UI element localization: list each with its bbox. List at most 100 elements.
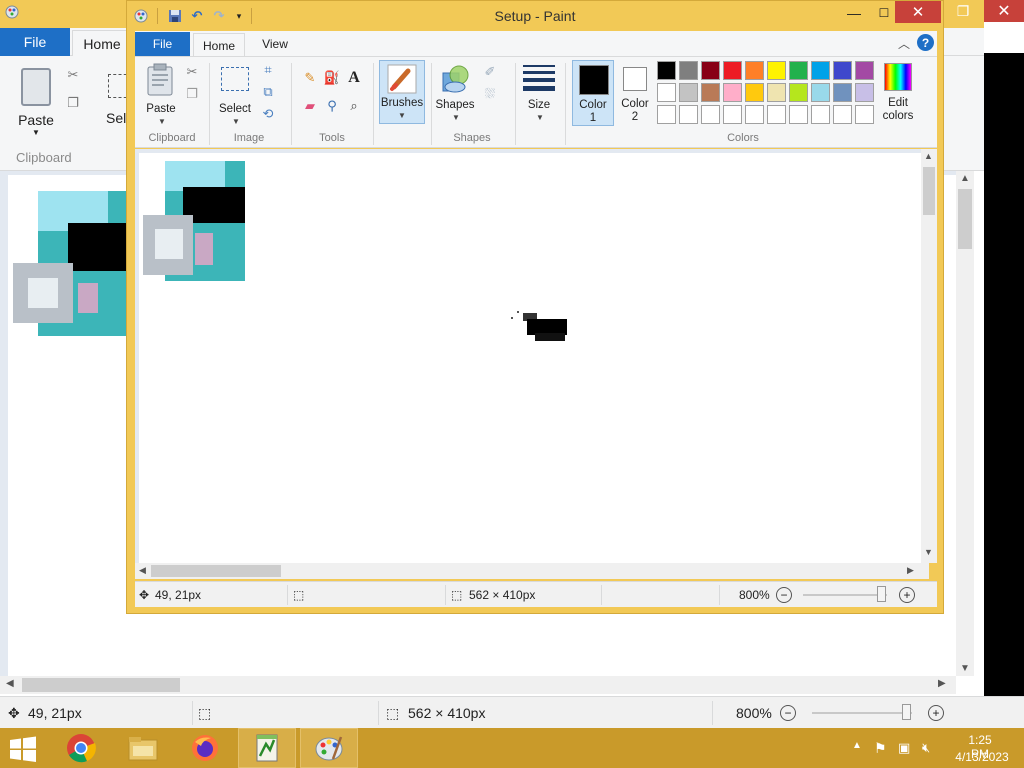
volume-muted-icon[interactable]: 🔇︎ bbox=[922, 740, 930, 756]
magnifier-icon[interactable]: ⌕ bbox=[345, 97, 363, 115]
taskbar-firefox[interactable] bbox=[176, 728, 234, 768]
background-paste-button[interactable]: Paste ▼ bbox=[12, 64, 60, 144]
rotate-icon[interactable]: ⟲ bbox=[259, 105, 277, 123]
scroll-down-icon[interactable]: ▼ bbox=[924, 547, 933, 557]
fill-bucket-icon[interactable]: ⛽ bbox=[323, 69, 341, 87]
palette-swatch[interactable] bbox=[789, 105, 808, 124]
edit-colors-label-line1[interactable]: Edit bbox=[875, 97, 921, 109]
zoom-in-icon[interactable]: + bbox=[928, 705, 944, 721]
outline-icon[interactable]: ✐ bbox=[481, 63, 499, 81]
scroll-right-icon[interactable]: ▶ bbox=[938, 678, 946, 689]
palette-swatch[interactable] bbox=[679, 83, 698, 102]
zoom-slider[interactable] bbox=[803, 594, 887, 596]
paste-button[interactable]: Paste ▼ bbox=[141, 61, 181, 126]
minimize-button[interactable]: — bbox=[839, 3, 869, 23]
scroll-left-icon[interactable]: ◀ bbox=[6, 678, 14, 689]
palette-swatch[interactable] bbox=[745, 105, 764, 124]
color-picker-icon[interactable]: ⚲ bbox=[323, 97, 341, 115]
vertical-scrollbar[interactable]: ▲ ▼ bbox=[921, 149, 937, 563]
palette-swatch[interactable] bbox=[767, 83, 786, 102]
pencil-icon[interactable]: ✎ bbox=[301, 69, 319, 87]
background-tab-file[interactable]: File bbox=[0, 28, 70, 56]
background-zoom-slider[interactable] bbox=[812, 712, 912, 714]
palette-swatch[interactable] bbox=[833, 83, 852, 102]
taskbar-file-explorer[interactable] bbox=[114, 728, 172, 768]
palette-swatch[interactable] bbox=[723, 61, 742, 80]
palette-swatch[interactable] bbox=[657, 105, 676, 124]
copy-icon[interactable]: ❐ bbox=[183, 85, 201, 103]
palette-swatch[interactable] bbox=[679, 105, 698, 124]
background-tab-home[interactable]: Home bbox=[72, 30, 132, 57]
taskbar-notepadpp[interactable] bbox=[238, 728, 296, 768]
horizontal-scrollbar[interactable]: ◀ ▶ bbox=[135, 563, 929, 579]
palette-swatch[interactable] bbox=[811, 105, 830, 124]
fill-icon[interactable]: ⛆ bbox=[481, 85, 499, 103]
resize-icon[interactable]: ⧉ bbox=[259, 83, 277, 101]
palette-swatch[interactable] bbox=[657, 83, 676, 102]
background-restore-button[interactable]: ❐ bbox=[944, 0, 982, 22]
background-close-button[interactable]: ✕ bbox=[984, 0, 1024, 22]
palette-swatch[interactable] bbox=[789, 83, 808, 102]
palette-swatch[interactable] bbox=[723, 105, 742, 124]
zoom-out-icon[interactable]: − bbox=[776, 587, 792, 603]
palette-swatch[interactable] bbox=[767, 61, 786, 80]
palette-swatch[interactable] bbox=[833, 105, 852, 124]
palette-swatch[interactable] bbox=[811, 83, 830, 102]
palette-swatch[interactable] bbox=[701, 61, 720, 80]
palette-swatch[interactable] bbox=[679, 61, 698, 80]
cut-icon[interactable]: ✂ bbox=[183, 63, 201, 81]
show-hidden-icons-icon[interactable]: ▲ bbox=[852, 740, 862, 751]
size-button[interactable]: Size ▼ bbox=[519, 61, 559, 123]
palette-swatch[interactable] bbox=[657, 61, 676, 80]
cut-icon[interactable]: ✂ bbox=[64, 66, 82, 84]
clock-date[interactable]: 4/13/2023 bbox=[952, 750, 1012, 764]
collapse-ribbon-icon[interactable]: ︿ bbox=[895, 34, 913, 52]
zoom-in-icon[interactable]: + bbox=[899, 587, 915, 603]
tab-file[interactable]: File bbox=[135, 32, 190, 56]
scroll-right-icon[interactable]: ▶ bbox=[907, 565, 914, 576]
background-vertical-scrollbar[interactable]: ▲ ▼ bbox=[956, 171, 974, 676]
palette-swatch[interactable] bbox=[701, 83, 720, 102]
palette-swatch[interactable] bbox=[701, 105, 720, 124]
crop-icon[interactable]: ⌗ bbox=[259, 61, 277, 79]
color2-button[interactable]: Color 2 bbox=[617, 61, 653, 127]
tab-home[interactable]: Home bbox=[193, 33, 245, 57]
scroll-left-icon[interactable]: ◀ bbox=[139, 565, 146, 576]
color1-button[interactable]: Color 1 bbox=[572, 60, 614, 126]
palette-swatch[interactable] bbox=[811, 61, 830, 80]
text-tool-icon[interactable]: A bbox=[345, 69, 363, 87]
taskbar-paint[interactable] bbox=[300, 728, 358, 768]
background-vscroll-thumb[interactable] bbox=[958, 189, 972, 249]
canvas[interactable]: ▲ ▼ bbox=[139, 149, 937, 563]
shapes-button[interactable]: Shapes ▼ bbox=[435, 61, 475, 123]
zoom-out-icon[interactable]: − bbox=[780, 705, 796, 721]
palette-swatch[interactable] bbox=[789, 61, 808, 80]
close-button[interactable]: ✕ bbox=[895, 1, 941, 23]
palette-swatch[interactable] bbox=[745, 83, 764, 102]
brushes-button[interactable]: Brushes ▼ bbox=[379, 60, 425, 124]
edit-colors-label-line2[interactable]: colors bbox=[875, 110, 921, 122]
scroll-up-icon[interactable]: ▲ bbox=[924, 151, 933, 161]
vscroll-thumb[interactable] bbox=[923, 167, 935, 215]
palette-swatch[interactable] bbox=[833, 61, 852, 80]
taskbar-chrome[interactable] bbox=[52, 728, 110, 768]
start-button[interactable] bbox=[8, 736, 40, 762]
hscroll-thumb[interactable] bbox=[151, 565, 281, 577]
background-zoom-slider-thumb[interactable] bbox=[902, 704, 911, 720]
palette-swatch[interactable] bbox=[855, 105, 874, 124]
select-button[interactable]: Select ▼ bbox=[215, 61, 255, 126]
zoom-slider-thumb[interactable] bbox=[877, 586, 886, 602]
copy-icon[interactable]: ❐ bbox=[64, 94, 82, 112]
scroll-up-icon[interactable]: ▲ bbox=[960, 173, 970, 184]
palette-swatch[interactable] bbox=[745, 61, 764, 80]
help-icon[interactable]: ? bbox=[917, 34, 934, 51]
edit-colors-icon[interactable] bbox=[884, 63, 912, 91]
background-hscroll-thumb[interactable] bbox=[22, 678, 180, 692]
tab-view[interactable]: View bbox=[251, 33, 299, 55]
palette-swatch[interactable] bbox=[723, 83, 742, 102]
palette-swatch[interactable] bbox=[855, 61, 874, 80]
scroll-down-icon[interactable]: ▼ bbox=[960, 663, 970, 674]
network-icon[interactable]: ▣ bbox=[898, 740, 910, 756]
background-horizontal-scrollbar[interactable]: ◀ ▶ bbox=[0, 676, 956, 694]
eraser-icon[interactable]: ▰ bbox=[301, 97, 319, 115]
